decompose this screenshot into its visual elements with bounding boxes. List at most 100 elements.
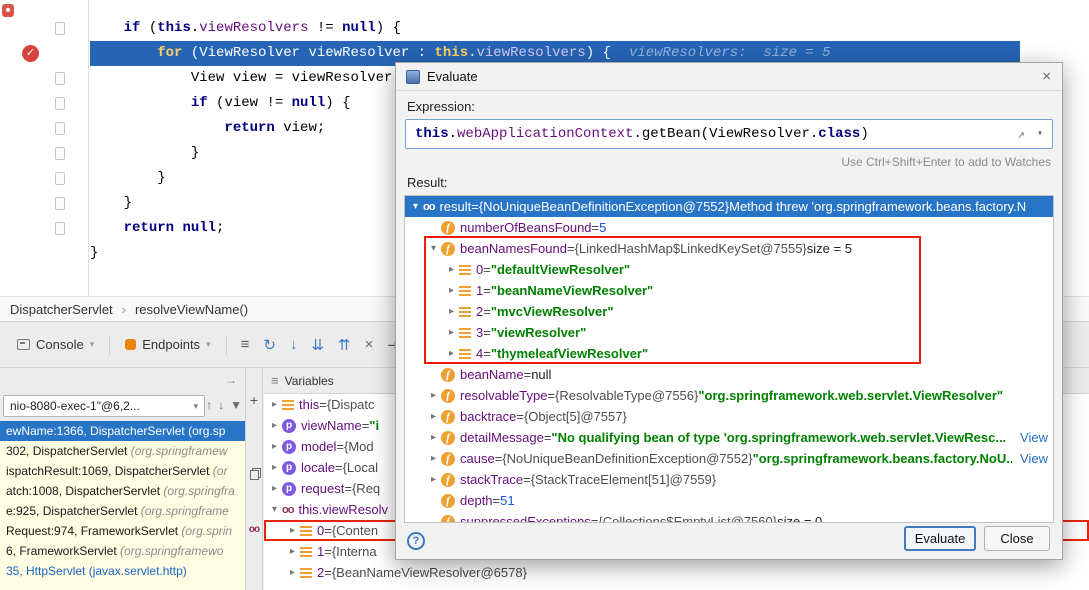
- token: .: [468, 45, 476, 61]
- view-link[interactable]: View: [1012, 448, 1048, 469]
- token: 2: [317, 565, 324, 580]
- chevron-right-icon[interactable]: ▸: [445, 327, 458, 338]
- chevron-right-icon[interactable]: ▸: [445, 348, 458, 359]
- tree-row[interactable]: ▸fcause = {NoUniqueBeanDefinitionExcepti…: [405, 448, 1053, 469]
- breadcrumb-item-method[interactable]: resolveViewName(): [135, 302, 248, 317]
- frame-row[interactable]: 35, HttpServlet (javax.servlet.http): [0, 561, 245, 581]
- field-icon: f: [441, 515, 455, 524]
- frame-row[interactable]: ispatchResult:1069, DispatcherServlet (o…: [0, 461, 245, 481]
- chevron-down-icon[interactable]: ▾: [427, 243, 440, 254]
- add-watch-icon[interactable]: +: [246, 392, 262, 408]
- fold-marker-icon[interactable]: [55, 147, 65, 160]
- chevron-right-icon[interactable]: ▸: [268, 399, 281, 410]
- tab-endpoints[interactable]: Endpoints ▾: [116, 337, 219, 352]
- frame-row[interactable]: Request:974, FrameworkServlet (org.sprin: [0, 521, 245, 541]
- tree-row[interactable]: ▸fstackTrace = {StackTraceElement[51]@75…: [405, 469, 1053, 490]
- frames-filter-icon[interactable]: ▼: [230, 398, 242, 412]
- frame-row[interactable]: 6, FrameworkServlet (org.springframewo: [0, 541, 245, 561]
- history-dropdown-icon[interactable]: ▾: [1037, 128, 1043, 140]
- fold-marker-icon[interactable]: [55, 172, 65, 185]
- chevron-right-icon[interactable]: ▸: [445, 264, 458, 275]
- chevron-right-icon[interactable]: ▸: [427, 474, 440, 485]
- help-icon[interactable]: ?: [407, 532, 425, 550]
- step-over-icon[interactable]: ⇊: [311, 336, 324, 354]
- chevron-right-icon[interactable]: ▸: [427, 453, 440, 464]
- fold-marker-icon[interactable]: [55, 22, 65, 35]
- expand-icon[interactable]: ↗: [1017, 127, 1025, 142]
- rerun-icon[interactable]: ↻: [263, 336, 276, 354]
- chevron-down-icon[interactable]: ▾: [90, 339, 95, 350]
- tree-row[interactable]: ▸2 = {BeanNameViewResolver@6578}: [264, 562, 1089, 583]
- tree-row[interactable]: fnumberOfBeansFound = 5: [405, 217, 1053, 238]
- frame-row[interactable]: 302, DispatcherServlet (org.springframew: [0, 441, 245, 461]
- token: view;: [275, 120, 325, 136]
- chevron-right-icon[interactable]: ▸: [427, 411, 440, 422]
- tree-row[interactable]: ▸2 = "mvcViewResolver": [405, 301, 1053, 322]
- chevron-right-icon[interactable]: ▸: [268, 483, 281, 494]
- breakpoint-icon[interactable]: ✓: [22, 45, 39, 62]
- resume-icon[interactable]: ↓: [290, 336, 298, 353]
- frame-down-icon[interactable]: ↓: [218, 398, 224, 412]
- evaluate-dialog: Evaluate × Expression: this.webApplicati…: [395, 62, 1063, 560]
- field-icon: f: [441, 494, 455, 508]
- tree-row[interactable]: ▸0 = "defaultViewResolver": [405, 259, 1053, 280]
- chevron-right-icon[interactable]: ▸: [286, 525, 299, 536]
- chevron-right-icon[interactable]: ▸: [445, 285, 458, 296]
- field-icon: f: [441, 221, 455, 235]
- chevron-right-icon[interactable]: ▸: [286, 546, 299, 557]
- parameter-icon: p: [282, 440, 296, 454]
- chevron-right-icon[interactable]: ▸: [268, 462, 281, 473]
- breakpoint-stripe-icon[interactable]: [2, 4, 14, 17]
- field-icon: f: [441, 431, 455, 445]
- tree-row[interactable]: fdepth = 51: [405, 490, 1053, 511]
- chevron-down-icon[interactable]: ▾: [409, 201, 422, 212]
- breadcrumb-item-class[interactable]: DispatcherServlet: [10, 302, 113, 317]
- fold-marker-icon[interactable]: [55, 122, 65, 135]
- tab-console[interactable]: Console ▾: [8, 337, 103, 352]
- chevron-down-icon[interactable]: ▾: [268, 504, 281, 515]
- parameter-icon: p: [282, 461, 296, 475]
- layout-menu-icon[interactable]: ≡: [241, 336, 250, 353]
- chevron-right-icon[interactable]: ▸: [445, 306, 458, 317]
- tree-row[interactable]: ▸fdetailMessage = "No qualifying bean of…: [405, 427, 1053, 448]
- tree-row[interactable]: ▸fresolvableType = {ResolvableType@7556}…: [405, 385, 1053, 406]
- frame-up-icon[interactable]: ↑: [206, 398, 212, 412]
- dialog-titlebar[interactable]: Evaluate ×: [396, 63, 1062, 91]
- tree-row[interactable]: fsuppressedExceptions = {Collections$Emp…: [405, 511, 1053, 523]
- arrow-icon[interactable]: →: [225, 373, 237, 387]
- fold-marker-icon[interactable]: [55, 197, 65, 210]
- close-button[interactable]: Close: [984, 526, 1050, 551]
- fold-marker-icon[interactable]: [55, 97, 65, 110]
- tree-row[interactable]: fbeanName = null: [405, 364, 1053, 385]
- fold-marker-icon[interactable]: [55, 72, 65, 85]
- tree-row[interactable]: ▸3 = "viewResolver": [405, 322, 1053, 343]
- view-link[interactable]: View: [1012, 427, 1048, 448]
- thread-selector[interactable]: nio-8080-exec-1"@6,2... ▾: [3, 395, 205, 417]
- evaluate-button[interactable]: Evaluate: [904, 526, 976, 551]
- frames-header: →: [0, 368, 245, 394]
- tree-row[interactable]: ▾fbeanNamesFound = {LinkedHashMap$Linked…: [405, 238, 1053, 259]
- frame-row[interactable]: ewName:1366, DispatcherServlet (org.sp: [0, 421, 245, 441]
- chevron-right-icon[interactable]: ▸: [268, 441, 281, 452]
- chevron-right-icon[interactable]: ▸: [427, 390, 440, 401]
- close-icon[interactable]: ×: [1042, 68, 1051, 85]
- code-line[interactable]: if (this.viewResolvers != null) {: [90, 16, 1020, 41]
- frame-row[interactable]: atch:1008, DispatcherServlet (org.spring…: [0, 481, 245, 501]
- chevron-down-icon[interactable]: ▾: [206, 339, 211, 350]
- tree-row[interactable]: ▸fbacktrace = {Object[5]@7557}: [405, 406, 1053, 427]
- chevron-right-icon[interactable]: ▸: [268, 420, 281, 431]
- fold-marker-icon[interactable]: [55, 222, 65, 235]
- watches-icon[interactable]: oo: [246, 524, 262, 535]
- tree-row[interactable]: ▸4 = "thymeleafViewResolver": [405, 343, 1053, 364]
- mute-breakpoints-icon[interactable]: ×: [365, 336, 374, 353]
- chevron-right-icon[interactable]: ▸: [286, 567, 299, 578]
- array-item-icon: [459, 307, 471, 317]
- tree-row[interactable]: ▾ooresult = {NoUniqueBeanDefinitionExcep…: [405, 196, 1053, 217]
- step-out-icon[interactable]: ⇈: [338, 336, 351, 354]
- tree-row[interactable]: ▸1 = "beanNameViewResolver": [405, 280, 1053, 301]
- expression-input[interactable]: this.webApplicationContext.getBean(ViewR…: [405, 119, 1053, 149]
- copy-icon[interactable]: [250, 470, 259, 480]
- field-icon: f: [441, 242, 455, 256]
- frame-row[interactable]: e:925, DispatcherServlet (org.springfram…: [0, 501, 245, 521]
- chevron-right-icon[interactable]: ▸: [427, 432, 440, 443]
